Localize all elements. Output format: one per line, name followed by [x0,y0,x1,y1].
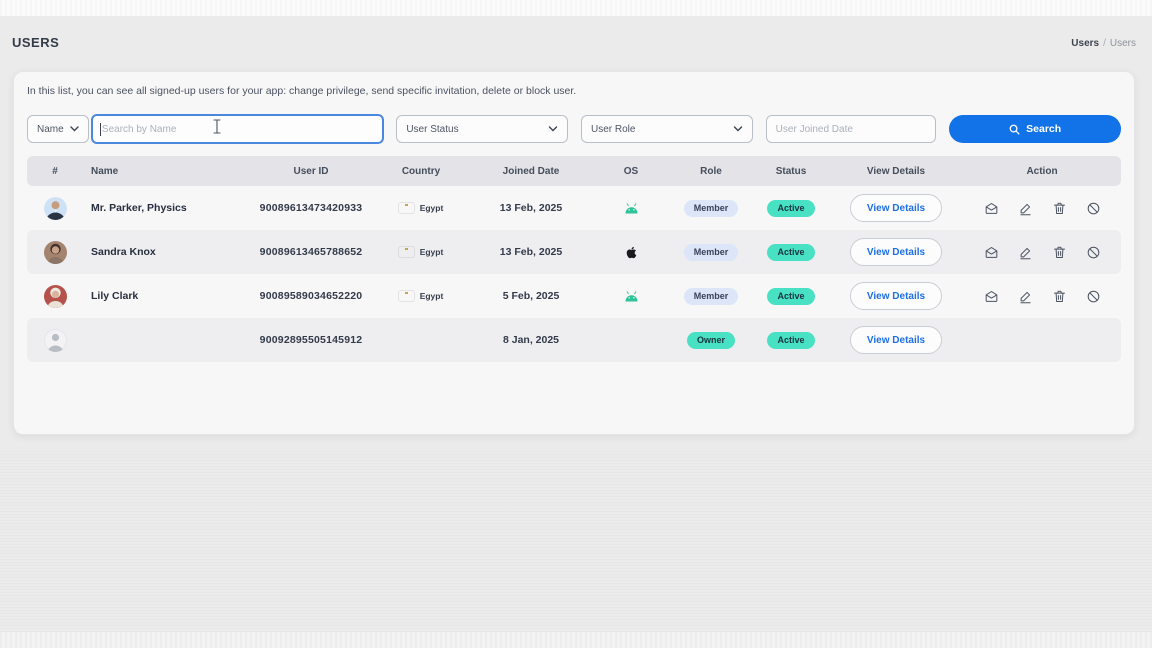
view-details-button[interactable]: View Details [850,238,942,266]
status-badge: Active [767,332,814,349]
header-user-id: User ID [251,166,371,177]
user-name: Sandra Knox [83,246,251,258]
breadcrumb-current: Users [1110,38,1136,49]
role-badge: Member [684,288,739,305]
user-role-dropdown-value: User Role [591,124,635,135]
email-icon[interactable] [984,201,999,216]
country-name: Egypt [420,247,444,257]
status-badge: Active [767,244,814,261]
header-os: OS [591,166,671,177]
status-badge: Active [767,200,814,217]
header-action: Action [961,166,1123,177]
egypt-flag-icon [399,291,414,301]
header-country: Country [371,166,471,177]
search-input[interactable]: Search by Name [91,114,384,144]
block-icon[interactable] [1086,289,1101,304]
action-cell [961,245,1123,260]
delete-icon[interactable] [1052,289,1067,304]
egypt-flag-icon [399,247,414,257]
role-badge: Member [684,200,739,217]
search-button[interactable]: Search [949,115,1121,143]
user-joined-date-input[interactable]: User Joined Date [766,115,937,143]
search-button-label: Search [1026,123,1061,135]
ibeam-cursor [213,119,221,134]
header-index: # [27,166,83,177]
users-card: In this list, you can see all signed-up … [13,71,1135,435]
action-cell [961,289,1123,304]
country-name: Egypt [420,203,444,213]
header-status: Status [751,166,831,177]
user-id: 90089589034652220 [251,290,371,302]
apple-icon [626,246,637,259]
breadcrumb: Users / Users [1071,38,1136,49]
header-view-details: View Details [831,166,961,177]
avatar-placeholder [44,329,67,352]
edit-icon[interactable] [1018,289,1033,304]
avatar [44,241,67,264]
block-icon[interactable] [1086,245,1101,260]
chevron-down-icon [548,126,558,132]
user-id: 90092895505145912 [251,334,371,346]
view-details-button[interactable]: View Details [850,326,942,354]
block-icon[interactable] [1086,201,1101,216]
avatar [44,197,67,220]
country-name: Egypt [420,291,444,301]
header-joined-date: Joined Date [471,166,591,177]
edit-icon[interactable] [1018,201,1033,216]
joined-date: 13 Feb, 2025 [471,246,591,258]
search-field-selector-value: Name [37,124,64,135]
user-id: 90089613473420933 [251,202,371,214]
email-icon[interactable] [984,289,999,304]
table-row: Sandra Knox 90089613465788652 Egypt 13 F… [27,230,1121,274]
search-input-placeholder: Search by Name [102,124,176,135]
joined-date: 8 Jan, 2025 [471,334,591,346]
view-details-button[interactable]: View Details [850,282,942,310]
text-caret [100,123,101,136]
table-row: 90092895505145912 8 Jan, 2025 Owner Acti… [27,318,1121,362]
role-badge: Member [684,244,739,261]
table-row: Lily Clark 90089589034652220 Egypt 5 Feb… [27,274,1121,318]
status-badge: Active [767,288,814,305]
egypt-flag-icon [399,203,414,213]
search-field-selector[interactable]: Name [27,115,89,143]
android-icon [623,203,640,214]
user-name: Lily Clark [83,290,251,302]
role-badge: Owner [687,332,735,349]
chevron-down-icon [733,126,743,132]
page-background-texture [0,450,1152,632]
email-icon[interactable] [984,245,999,260]
user-status-dropdown[interactable]: User Status [396,115,568,143]
android-icon [623,291,640,302]
joined-date: 13 Feb, 2025 [471,202,591,214]
chevron-down-icon [70,126,79,132]
joined-date: 5 Feb, 2025 [471,290,591,302]
view-details-button[interactable]: View Details [850,194,942,222]
edit-icon[interactable] [1018,245,1033,260]
header-role: Role [671,166,751,177]
card-description: In this list, you can see all signed-up … [27,85,1121,97]
user-status-dropdown-value: User Status [406,124,458,135]
delete-icon[interactable] [1052,201,1067,216]
table-row: Mr. Parker, Physics 90089613473420933 Eg… [27,186,1121,230]
delete-icon[interactable] [1052,245,1067,260]
country-cell: Egypt [371,247,471,257]
country-cell: Egypt [371,203,471,213]
search-icon [1009,124,1020,135]
table-header-row: # Name User ID Country Joined Date OS Ro… [27,156,1121,186]
breadcrumb-root-link[interactable]: Users [1071,38,1099,49]
country-cell: Egypt [371,291,471,301]
breadcrumb-separator: / [1103,38,1106,49]
bottom-texture-strip [0,632,1152,648]
user-id: 90089613465788652 [251,246,371,258]
filter-toolbar: Name Search by Name User Status User Rol… [27,114,1121,144]
users-table: # Name User ID Country Joined Date OS Ro… [27,156,1121,362]
avatar [44,285,67,308]
page-title: USERS [12,35,59,50]
joined-date-placeholder: User Joined Date [776,124,853,135]
action-cell [961,201,1123,216]
user-name: Mr. Parker, Physics [83,202,251,214]
top-texture-strip [0,0,1152,16]
user-role-dropdown[interactable]: User Role [581,115,753,143]
header-name: Name [83,166,251,177]
